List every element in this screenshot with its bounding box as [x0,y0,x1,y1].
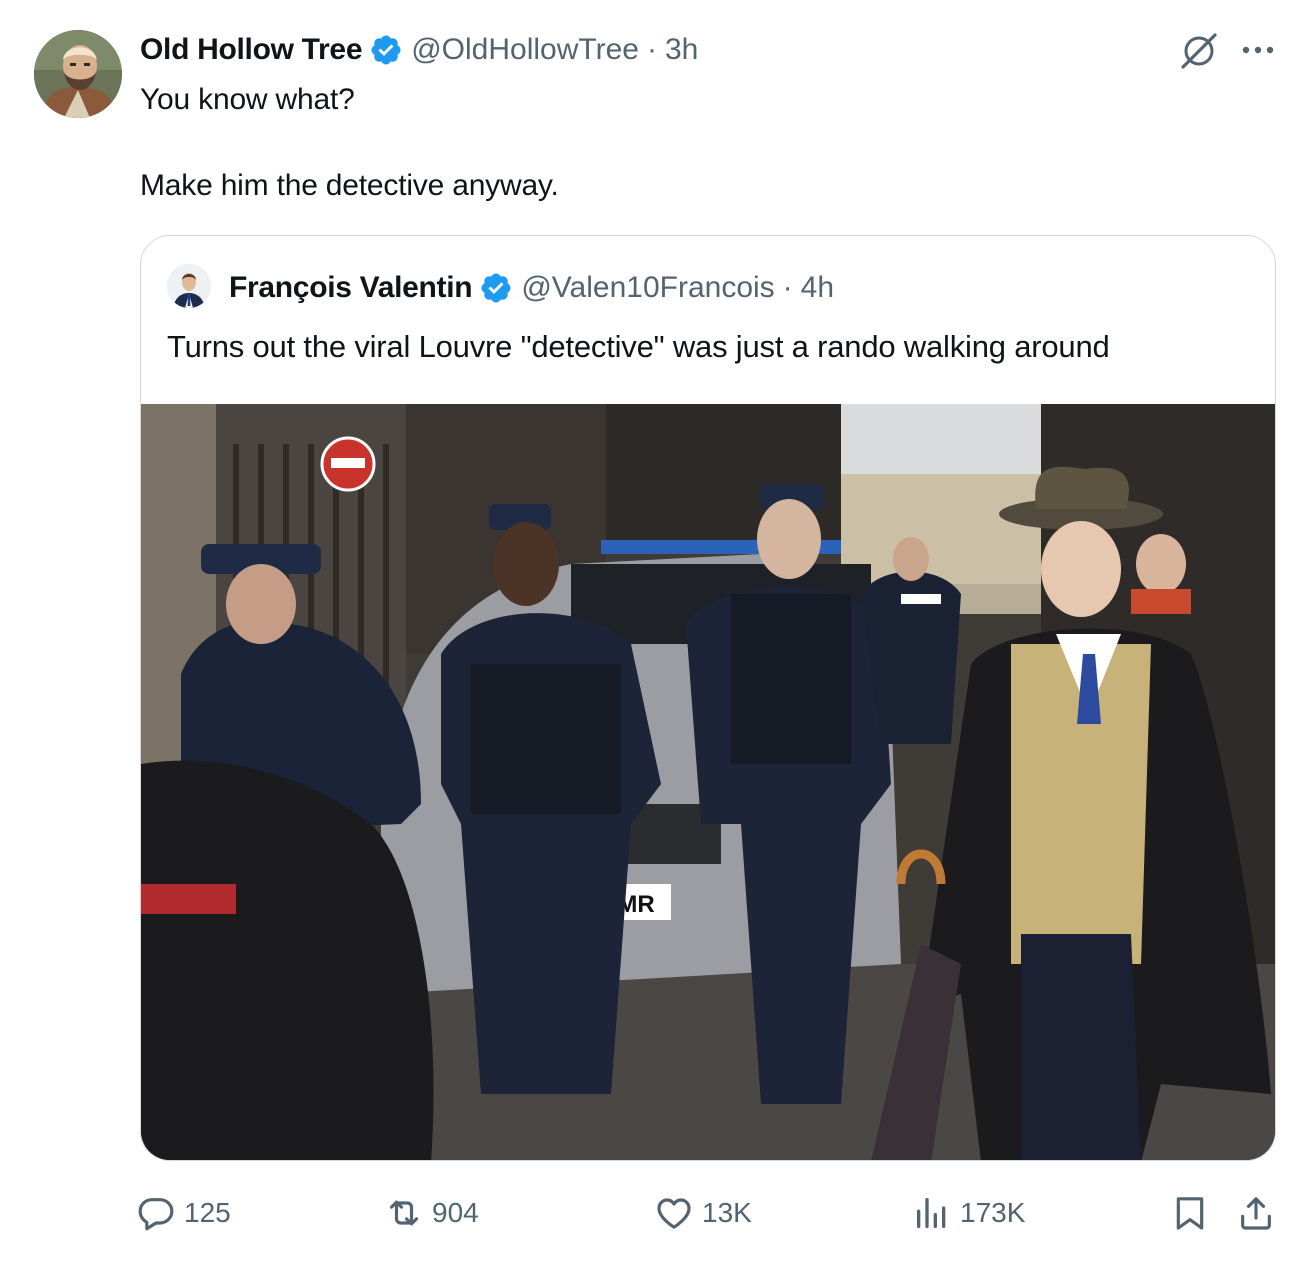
share-button[interactable] [1236,1188,1284,1238]
author-handle[interactable]: @OldHollowTree [411,33,639,67]
quoted-author-handle[interactable]: @Valen10Francois [521,271,774,305]
author-avatar[interactable] [34,30,122,118]
verified-badge-icon [481,273,511,303]
quoted-tweet-time[interactable]: 4h [801,271,834,305]
quoted-author-name[interactable]: François Valentin [229,271,473,305]
like-button[interactable]: 13K [654,1188,752,1238]
more-icon[interactable] [1240,40,1276,60]
repost-count: 904 [432,1197,479,1228]
views-button[interactable]: 173K [912,1188,1025,1238]
quoted-author-avatar[interactable] [167,264,211,308]
like-icon [657,1198,691,1229]
verified-badge-icon [371,35,401,65]
grok-icon[interactable] [1178,30,1220,72]
tweet-action-bar: 125 904 13K 173K [136,1188,1280,1238]
author-name[interactable]: Old Hollow Tree [140,33,363,67]
tweet-text-line-2: Make him the detective anyway. [140,169,559,202]
like-count: 13K [702,1197,752,1228]
tweet-text-line-1: You know what? [140,83,355,116]
reply-count: 125 [184,1197,231,1228]
views-icon [917,1198,946,1228]
repost-icon [389,1200,419,1226]
meta-separator: · [782,271,793,304]
meta-separator: · [646,33,657,66]
quoted-tweet-photo[interactable]: 9-MR [141,404,1276,1161]
reply-button[interactable]: 125 [136,1188,231,1238]
quoted-tweet-header: François Valentin @Valen10Francois · 4h [229,268,834,308]
reply-icon [138,1198,174,1231]
quoted-tweet-card[interactable]: François Valentin @Valen10Francois · 4h … [140,235,1276,1161]
bookmark-icon [1176,1197,1204,1230]
views-count: 173K [960,1197,1026,1228]
share-icon [1241,1197,1271,1230]
tweet-header: Old Hollow Tree @OldHollowTree · 3h [140,30,698,70]
bookmark-button[interactable] [1170,1188,1218,1238]
repost-button[interactable]: 904 [384,1188,479,1238]
quoted-tweet-text: Turns out the viral Louvre "detective" w… [167,329,1110,364]
tweet-time[interactable]: 3h [665,33,698,67]
